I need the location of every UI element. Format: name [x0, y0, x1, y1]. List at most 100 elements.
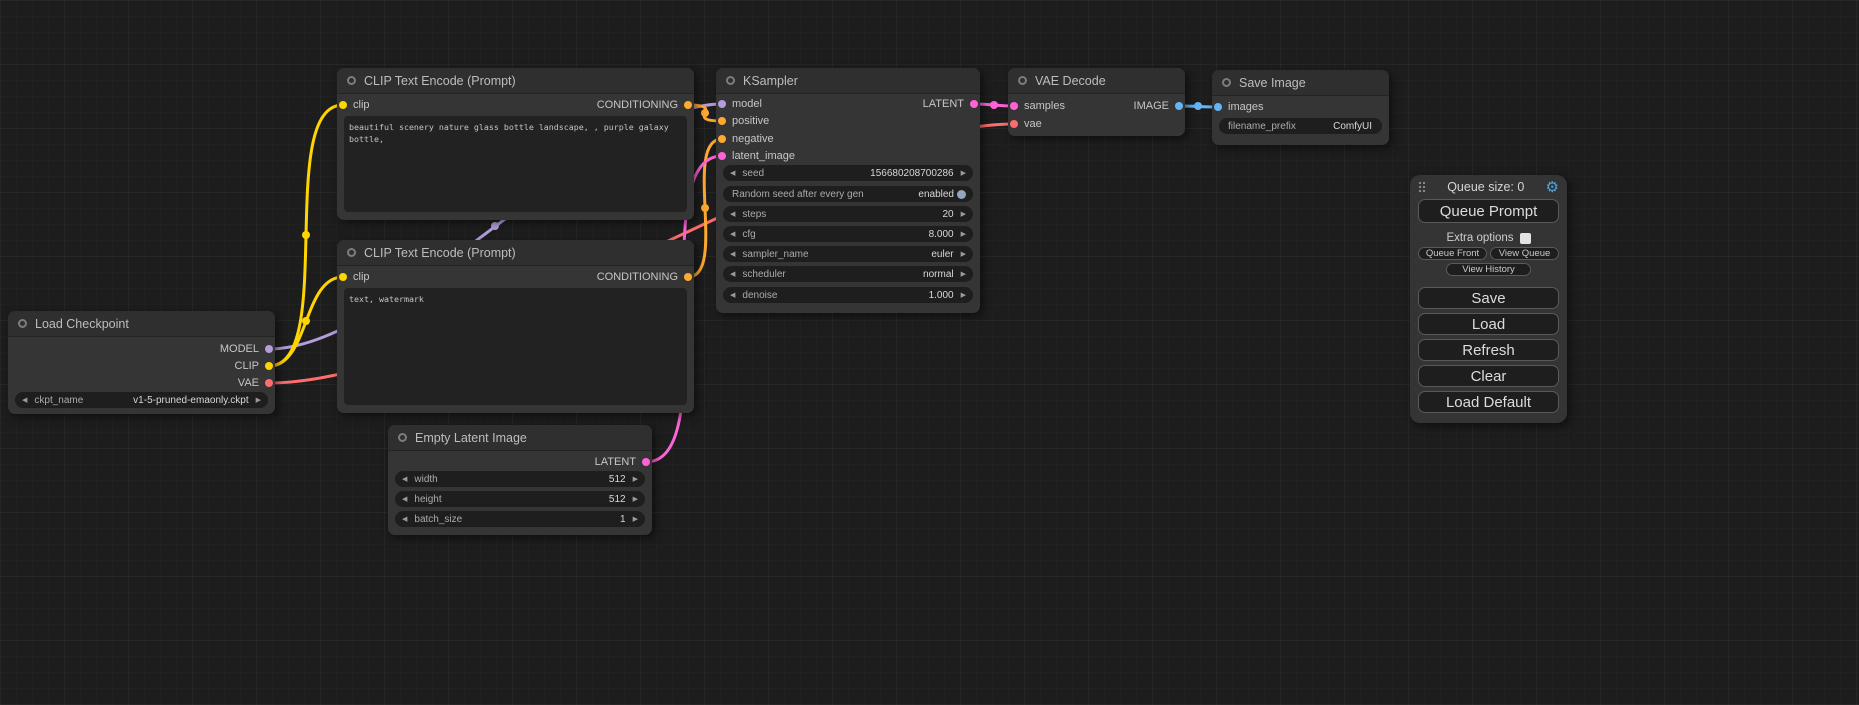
clip-output-dot[interactable]: [265, 362, 273, 370]
slot-row: samples IMAGE: [1008, 98, 1185, 114]
samples-input-dot[interactable]: [1010, 102, 1018, 110]
refresh-button[interactable]: Refresh: [1418, 339, 1559, 361]
queue-front-button[interactable]: Queue Front: [1418, 247, 1487, 260]
height-widget[interactable]: ◀ height 512 ▶: [395, 491, 645, 507]
decrement-arrow-icon[interactable]: ◀: [402, 496, 407, 503]
save-button[interactable]: Save: [1418, 287, 1559, 309]
images-input-dot[interactable]: [1214, 103, 1222, 111]
ckpt-name-widget[interactable]: ◀ ckpt_name v1-5-pruned-emaonly.ckpt ▶: [15, 392, 268, 408]
latent-output-dot[interactable]: [642, 458, 650, 466]
widget-value: v1-5-pruned-emaonly.ckpt: [133, 395, 248, 406]
view-queue-button[interactable]: View Queue: [1490, 247, 1559, 260]
widget-value: 1: [620, 514, 626, 525]
widget-label: denoise: [742, 290, 777, 301]
node-title-bar[interactable]: Load Checkpoint: [8, 311, 275, 337]
extra-options-checkbox[interactable]: [1520, 233, 1531, 244]
increment-arrow-icon[interactable]: ▶: [633, 476, 638, 483]
wire-midpoint-dot: [302, 317, 310, 325]
decrement-arrow-icon[interactable]: ◀: [730, 251, 735, 258]
toggle-knob-icon[interactable]: [957, 190, 966, 199]
increment-arrow-icon[interactable]: ▶: [633, 496, 638, 503]
increment-arrow-icon[interactable]: ▶: [961, 231, 966, 238]
decrement-arrow-icon[interactable]: ◀: [402, 476, 407, 483]
node-graph-canvas[interactable]: Load Checkpoint MODEL CLIP VAE ◀ ckpt_na…: [0, 0, 1859, 705]
increment-arrow-icon[interactable]: ▶: [961, 292, 966, 299]
drag-handle-icon[interactable]: [1418, 181, 1426, 193]
cfg-widget[interactable]: ◀ cfg 8.000 ▶: [723, 226, 973, 242]
vae-output-dot[interactable]: [265, 379, 273, 387]
model-output-label: MODEL: [220, 343, 259, 355]
increment-arrow-icon[interactable]: ▶: [961, 251, 966, 258]
node-vae-decode[interactable]: VAE Decode samples IMAGE vae: [1008, 68, 1185, 136]
increment-arrow-icon[interactable]: ▶: [961, 271, 966, 278]
negative-input-dot[interactable]: [718, 135, 726, 143]
decrement-arrow-icon[interactable]: ◀: [730, 271, 735, 278]
collapse-dot-icon[interactable]: [347, 76, 356, 85]
clip-input-dot[interactable]: [339, 101, 347, 109]
decrement-arrow-icon[interactable]: ◀: [402, 516, 407, 523]
collapse-dot-icon[interactable]: [347, 248, 356, 257]
collapse-dot-icon[interactable]: [726, 76, 735, 85]
node-title: CLIP Text Encode (Prompt): [364, 74, 516, 88]
node-title-bar[interactable]: KSampler: [716, 68, 980, 94]
denoise-widget[interactable]: ◀ denoise 1.000 ▶: [723, 287, 973, 303]
node-title-bar[interactable]: CLIP Text Encode (Prompt): [337, 240, 694, 266]
decrement-arrow-icon[interactable]: ◀: [730, 292, 735, 299]
model-output-dot[interactable]: [265, 345, 273, 353]
node-title-bar[interactable]: CLIP Text Encode (Prompt): [337, 68, 694, 94]
width-widget[interactable]: ◀ width 512 ▶: [395, 471, 645, 487]
node-clip-text-encode-negative[interactable]: CLIP Text Encode (Prompt) clip CONDITION…: [337, 240, 694, 413]
positive-input-dot[interactable]: [718, 117, 726, 125]
vae-input-dot[interactable]: [1010, 120, 1018, 128]
increment-arrow-icon[interactable]: ▶: [633, 516, 638, 523]
samples-input-label: samples: [1024, 100, 1065, 112]
clear-button[interactable]: Clear: [1418, 365, 1559, 387]
latent-output-dot[interactable]: [970, 100, 978, 108]
collapse-dot-icon[interactable]: [398, 433, 407, 442]
node-load-checkpoint[interactable]: Load Checkpoint MODEL CLIP VAE ◀ ckpt_na…: [8, 311, 275, 414]
collapse-dot-icon[interactable]: [18, 319, 27, 328]
node-title: Empty Latent Image: [415, 431, 527, 445]
scheduler-widget[interactable]: ◀ scheduler normal ▶: [723, 266, 973, 282]
load-default-button[interactable]: Load Default: [1418, 391, 1559, 413]
slot-row: vae: [1008, 116, 1185, 132]
node-ksampler[interactable]: KSampler model LATENT positive negative …: [716, 68, 980, 313]
image-output-dot[interactable]: [1175, 102, 1183, 110]
view-history-button[interactable]: View History: [1446, 263, 1531, 276]
node-empty-latent-image[interactable]: Empty Latent Image LATENT ◀ width 512 ▶ …: [388, 425, 652, 535]
filename-prefix-widget[interactable]: filename_prefix ComfyUI: [1219, 118, 1382, 134]
node-save-image[interactable]: Save Image images filename_prefix ComfyU…: [1212, 70, 1389, 145]
decrement-arrow-icon[interactable]: ◀: [730, 211, 735, 218]
collapse-dot-icon[interactable]: [1018, 76, 1027, 85]
latent-image-input-dot[interactable]: [718, 152, 726, 160]
random-seed-toggle-widget[interactable]: Random seed after every gen enabled: [723, 186, 973, 202]
settings-gear-icon[interactable]: ⚙: [1546, 180, 1559, 195]
node-title-bar[interactable]: VAE Decode: [1008, 68, 1185, 94]
increment-arrow-icon[interactable]: ▶: [961, 211, 966, 218]
decrement-arrow-icon[interactable]: ◀: [22, 397, 27, 404]
conditioning-output-dot[interactable]: [684, 101, 692, 109]
increment-arrow-icon[interactable]: ▶: [256, 397, 261, 404]
queue-prompt-button[interactable]: Queue Prompt: [1418, 199, 1559, 223]
node-title-bar[interactable]: Empty Latent Image: [388, 425, 652, 451]
increment-arrow-icon[interactable]: ▶: [961, 170, 966, 177]
load-button[interactable]: Load: [1418, 313, 1559, 335]
positive-prompt-textarea[interactable]: beautiful scenery nature glass bottle la…: [344, 116, 687, 212]
batch-size-widget[interactable]: ◀ batch_size 1 ▶: [395, 511, 645, 527]
negative-prompt-textarea[interactable]: text, watermark: [344, 288, 687, 405]
widget-value: 512: [609, 474, 626, 485]
decrement-arrow-icon[interactable]: ◀: [730, 231, 735, 238]
model-input-label: model: [732, 98, 762, 110]
widget-label: batch_size: [414, 514, 462, 525]
node-title-bar[interactable]: Save Image: [1212, 70, 1389, 96]
seed-widget[interactable]: ◀ seed 156680208700286 ▶: [723, 165, 973, 181]
steps-widget[interactable]: ◀ steps 20 ▶: [723, 206, 973, 222]
conditioning-output-dot[interactable]: [684, 273, 692, 281]
collapse-dot-icon[interactable]: [1222, 78, 1231, 87]
sampler-name-widget[interactable]: ◀ sampler_name euler ▶: [723, 246, 973, 262]
node-clip-text-encode-positive[interactable]: CLIP Text Encode (Prompt) clip CONDITION…: [337, 68, 694, 220]
decrement-arrow-icon[interactable]: ◀: [730, 170, 735, 177]
clip-input-dot[interactable]: [339, 273, 347, 281]
model-input-dot[interactable]: [718, 100, 726, 108]
slot-row: positive: [716, 113, 980, 129]
